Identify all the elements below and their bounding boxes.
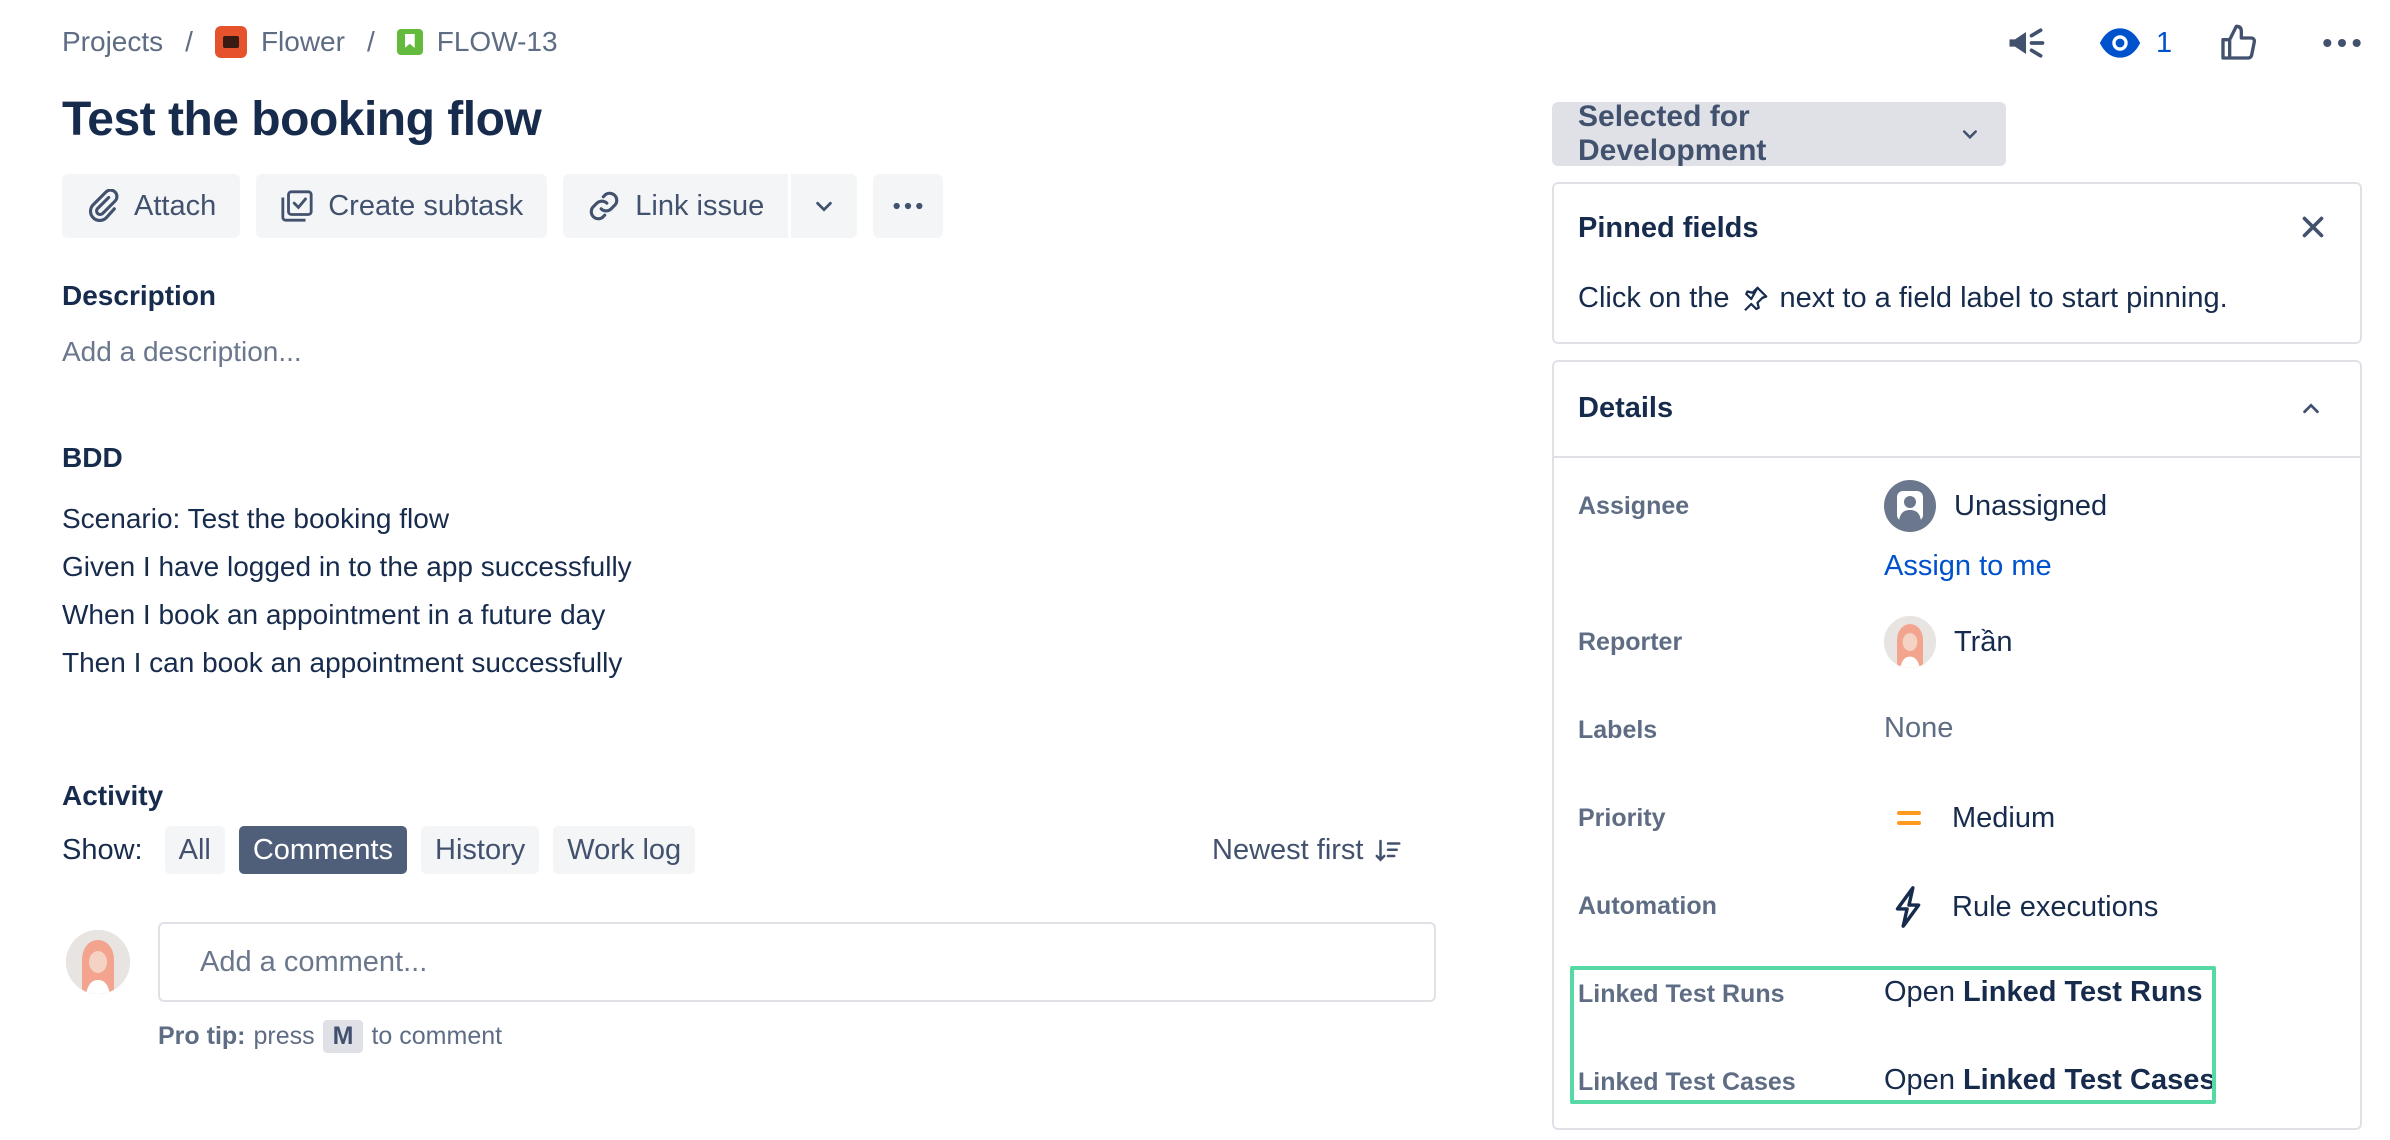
bdd-line: Then I can book an appointment successfu… xyxy=(62,647,623,678)
chevron-down-icon xyxy=(816,201,833,212)
announcement-button[interactable] xyxy=(2004,20,2048,66)
paperclip-icon xyxy=(88,189,119,223)
breadcrumb: Projects / Flower / FLOW-13 xyxy=(62,22,558,62)
priority-field[interactable]: Medium xyxy=(1884,800,2055,836)
status-label: Selected for Development xyxy=(1578,100,1767,167)
pro-tip-press: press xyxy=(253,1022,315,1050)
link-icon xyxy=(589,191,619,221)
user-avatar-image xyxy=(1884,616,1936,668)
priority-value: Medium xyxy=(1952,801,2056,834)
reporter-value: Trần xyxy=(1954,625,2013,658)
breadcrumb-issue-link[interactable]: FLOW-13 xyxy=(396,26,558,58)
bdd-line: When I book an appointment in a future d… xyxy=(62,599,606,630)
bdd-line: Scenario: Test the booking flow xyxy=(62,503,450,534)
activity-filter-bar: Show: All Comments History Work log xyxy=(62,826,696,874)
default-avatar-icon xyxy=(1884,480,1936,532)
pro-tip: Pro tip: press M to comment xyxy=(158,1020,502,1053)
pinned-fields-hint: Click on the next to a field label to st… xyxy=(1578,282,2228,315)
link-issue-dropdown-button[interactable] xyxy=(791,174,858,238)
priority-label: Priority xyxy=(1578,804,1666,832)
sort-order-label: Newest first xyxy=(1212,834,1364,866)
assignee-label: Assignee xyxy=(1578,492,1690,520)
story-icon xyxy=(396,29,423,55)
labels-field[interactable]: None xyxy=(1884,712,1953,745)
show-label: Show: xyxy=(62,833,143,866)
issue-title[interactable]: Test the booking flow xyxy=(62,92,542,147)
breadcrumb-separator: / xyxy=(185,26,193,57)
automation-value: Rule executions xyxy=(1952,890,2159,923)
filter-history[interactable]: History xyxy=(421,826,540,874)
link-issue-button[interactable]: Link issue xyxy=(563,174,789,238)
megaphone-icon xyxy=(2009,28,2045,58)
sort-descending-icon xyxy=(1375,839,1401,862)
toolbar-more-button[interactable] xyxy=(873,174,944,238)
reporter-avatar xyxy=(1884,616,1936,668)
activity-heading: Activity xyxy=(62,780,164,811)
user-avatar-image xyxy=(66,930,130,994)
filter-comments[interactable]: Comments xyxy=(238,826,408,874)
bdd-line: Given I have logged in to the app succes… xyxy=(62,551,632,582)
linked-tests-highlight xyxy=(1570,966,2216,1104)
pinned-hint-before: Click on the xyxy=(1578,282,1730,314)
automation-label: Automation xyxy=(1578,892,1717,920)
breadcrumb-projects-link[interactable]: Projects xyxy=(62,26,163,58)
pinned-fields-title: Pinned fields xyxy=(1578,212,1759,244)
more-icon xyxy=(893,202,923,210)
comment-input[interactable]: Add a comment... xyxy=(158,922,1436,1002)
breadcrumb-issue-key: FLOW-13 xyxy=(436,26,558,57)
details-title: Details xyxy=(1578,392,1674,424)
attach-label: Attach xyxy=(134,189,217,222)
automation-field[interactable]: Rule executions xyxy=(1884,884,2158,930)
details-header[interactable]: Details xyxy=(1554,362,2360,458)
attach-button[interactable]: Attach xyxy=(62,174,241,238)
link-issue-split-button: Link issue xyxy=(563,174,858,238)
pro-tip-rest: to comment xyxy=(371,1022,503,1050)
reporter-field[interactable]: Trần xyxy=(1884,616,2013,668)
like-button[interactable] xyxy=(2218,20,2258,66)
pinned-fields-panel: Pinned fields Click on the next to a fie… xyxy=(1552,182,2362,344)
pinned-hint-after: next to a field label to start pinning. xyxy=(1779,282,2228,314)
more-actions-button[interactable] xyxy=(2320,20,2364,66)
thumbs-up-icon xyxy=(2221,24,2257,60)
lightning-bolt-icon xyxy=(1895,886,1921,928)
close-icon xyxy=(2302,216,2324,238)
chevron-up-icon xyxy=(2303,403,2319,414)
close-pinned-button[interactable] xyxy=(2296,210,2330,249)
assignee-field[interactable]: Unassigned xyxy=(1884,480,2107,532)
assign-to-me-link[interactable]: Assign to me xyxy=(1884,550,2052,583)
chevron-down-icon xyxy=(1963,130,1978,140)
priority-medium-icon xyxy=(1897,811,1921,825)
breadcrumb-separator: / xyxy=(366,26,375,57)
status-dropdown[interactable]: Selected for Development xyxy=(1552,100,2006,167)
sort-order-button[interactable]: Newest first xyxy=(1212,834,1403,867)
bdd-content[interactable]: Scenario: Test the booking flow Given I … xyxy=(62,495,632,687)
keyboard-shortcut-key: M xyxy=(322,1020,364,1053)
link-issue-label: Link issue xyxy=(635,189,765,222)
pin-icon xyxy=(1743,286,1767,311)
description-heading: Description xyxy=(62,280,217,311)
watch-button[interactable]: 1 xyxy=(2098,20,2172,66)
filter-all[interactable]: All xyxy=(164,826,225,874)
breadcrumb-project-link[interactable]: Flower xyxy=(214,26,345,58)
description-field[interactable]: Add a description... xyxy=(62,336,302,368)
bdd-heading: BDD xyxy=(62,442,123,473)
assignee-value: Unassigned xyxy=(1954,489,2108,522)
pro-tip-label: Pro tip: xyxy=(158,1022,246,1050)
breadcrumb-project-label: Flower xyxy=(260,26,345,57)
issue-toolbar: Attach Create subtask Link issue xyxy=(62,174,944,238)
project-icon xyxy=(214,26,247,58)
subtask-icon xyxy=(281,190,313,222)
reporter-label: Reporter xyxy=(1578,628,1683,656)
filter-work-log[interactable]: Work log xyxy=(553,826,696,874)
more-icon xyxy=(2323,38,2361,48)
eye-icon xyxy=(2099,28,2141,58)
current-user-avatar xyxy=(66,930,130,994)
create-subtask-label: Create subtask xyxy=(328,189,524,222)
watchers-count: 1 xyxy=(2156,26,2173,59)
create-subtask-button[interactable]: Create subtask xyxy=(256,174,548,238)
labels-label: Labels xyxy=(1578,716,1658,744)
